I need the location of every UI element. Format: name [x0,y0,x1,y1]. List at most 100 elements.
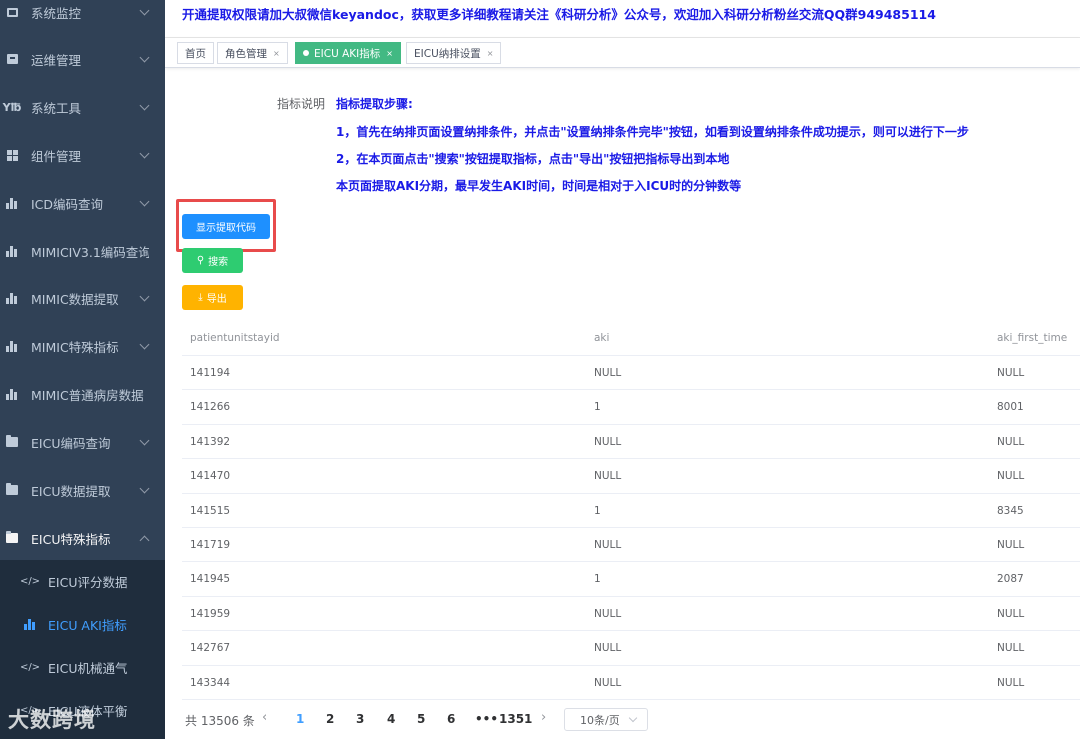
sidebar-item-label: 系统工具 [31,100,82,116]
close-icon[interactable]: × [273,49,280,58]
bar-chart-icon [6,340,18,352]
table-cell: 141945 [190,573,231,586]
chevron-down-icon [139,100,150,111]
tag-eicu-aki[interactable]: EICU AKI指标 × [295,42,401,64]
chevron-up-icon [139,535,150,546]
table-cell: NULL [594,676,622,689]
page-1[interactable]: 1 [296,712,304,726]
page-size-value: 10条/页 [580,713,620,727]
sidebar-item-mimic-extract[interactable]: MIMIC数据提取 [0,274,165,322]
submenu-item-label: EICU机械通气 [48,661,128,676]
folder-icon [6,435,18,448]
sidebar-item-mimic-special[interactable]: MIMIC特殊指标 [0,322,165,370]
bar-chart-icon [6,388,18,400]
table-cell: NULL [997,435,1025,448]
page-3[interactable]: 3 [356,712,364,726]
sidebar-item-eicu-special[interactable]: EICU特殊指标 [0,514,165,562]
submenu-item-label: EICU AKI指标 [48,618,127,633]
page-6[interactable]: 6 [447,712,455,726]
export-button[interactable]: ⤓ 导出 [182,285,243,310]
chevron-down-icon [628,713,638,723]
tag-role-management[interactable]: 角色管理 × [217,42,288,64]
description-label: 指标说明 [277,97,326,111]
box-icon [6,53,18,65]
sidebar-item-eicu-query[interactable]: EICU编码查询 [0,418,165,466]
table-cell: 2087 [997,573,1024,586]
column-header[interactable]: aki_first_time [997,332,1067,344]
chevron-down-icon [139,291,150,302]
page-5[interactable]: 5 [417,712,425,726]
tag-label: EICU纳排设置 [414,47,481,60]
table-row: 141194 NULL NULL [182,356,1080,391]
page-4[interactable]: 4 [387,712,395,726]
page-2[interactable]: 2 [326,712,334,726]
submenu-item-eicu-score[interactable]: </> EICU评分数据 [0,560,165,603]
sidebar-item-label: 运维管理 [31,52,82,68]
sidebar-item-label: MIMIC数据提取 [31,291,119,307]
grid-icon [6,149,18,161]
page-last[interactable]: 1351 [499,712,532,726]
show-code-button[interactable]: 显示提取代码 [182,214,270,239]
page-size-select[interactable]: 10条/页 [564,708,648,731]
prev-page-icon[interactable]: ‹ [262,710,267,725]
sidebar-item-label: 组件管理 [31,148,82,164]
column-header[interactable]: patientunitstayid [190,332,280,344]
sidebar-item-label: ICD编码查询 [31,196,104,212]
search-button[interactable]: ⚲ 搜索 [182,248,243,273]
code-icon: </> [19,662,41,673]
table-cell: 1 [594,504,601,517]
sidebar-item-label: EICU编码查询 [31,435,111,451]
chevron-down-icon [139,5,150,16]
sidebar-item-icd-query[interactable]: ICD编码查询 [0,179,165,227]
table-row: 141470 NULL NULL [182,459,1080,494]
chevron-down-icon [139,52,150,63]
bar-chart-icon [6,292,18,304]
table-row: 141719 NULL NULL [182,528,1080,563]
pagination: 共 13506 条 ‹ 1 2 3 4 5 6 ••• 1351 › 10条/页 [182,705,1080,735]
submenu-item-label: EICU评分数据 [48,575,128,590]
sidebar-item-ops[interactable]: 运维管理 [0,35,165,83]
close-icon[interactable]: × [487,49,494,58]
table-cell: NULL [594,539,622,551]
chevron-down-icon [139,196,150,207]
monitor-icon [6,6,18,18]
sidebar-item-label: MIMIC普通病房数据 [31,387,144,403]
table-cell: NULL [594,607,622,620]
download-icon: ⤓ [198,292,203,303]
next-page-icon[interactable]: › [541,710,546,725]
bar-chart-icon [23,619,37,630]
submenu-item-eicu-aki[interactable]: EICU AKI指标 [0,603,165,646]
close-icon[interactable]: × [386,49,393,58]
chevron-down-icon [139,435,150,446]
column-header[interactable]: aki [594,332,609,344]
table-cell: 141194 [190,367,231,379]
sidebar-item-label: MIMICIV3.1编码查询 [31,244,149,260]
table-cell: NULL [594,435,622,448]
tag-label: EICU AKI指标 [314,47,381,60]
table-cell: 143344 [190,676,231,689]
sidebar-item-label: EICU数据提取 [31,483,111,499]
sidebar-item-system-monitor[interactable]: 系统监控 [0,0,165,36]
table-cell: 141959 [190,607,231,620]
sidebar-item-mimic-ward[interactable]: MIMIC普通病房数据 [0,370,165,418]
tags-view: 首页 角色管理 × EICU AKI指标 × EICU纳排设置 × [165,38,1080,68]
page-ellipsis[interactable]: ••• [475,712,498,726]
tag-eicu-inclusion[interactable]: EICU纳排设置 × [406,42,502,64]
sidebar-item-system-tools[interactable]: Y℔ 系统工具 [0,83,165,131]
sidebar-item-components[interactable]: 组件管理 [0,131,165,179]
table-cell: 141266 [190,401,231,414]
table-row: 141959 NULL NULL [182,597,1080,632]
tag-label: 角色管理 [225,47,267,60]
tag-home[interactable]: 首页 [177,42,214,64]
table-cell: 1 [594,401,601,414]
table-cell: NULL [997,676,1025,689]
submenu-item-eicu-ventilation[interactable]: </> EICU机械通气 [0,646,165,689]
table-cell: NULL [594,470,622,483]
sidebar-item-mimiciv-query[interactable]: MIMICIV3.1编码查询 [0,227,165,275]
table-cell: 141515 [190,504,231,517]
table-row: 143344 NULL NULL [182,666,1080,700]
active-dot [303,50,309,56]
sidebar-item-label: MIMIC特殊指标 [31,339,119,355]
sidebar-item-eicu-extract[interactable]: EICU数据提取 [0,466,165,514]
table-cell: NULL [594,642,622,655]
